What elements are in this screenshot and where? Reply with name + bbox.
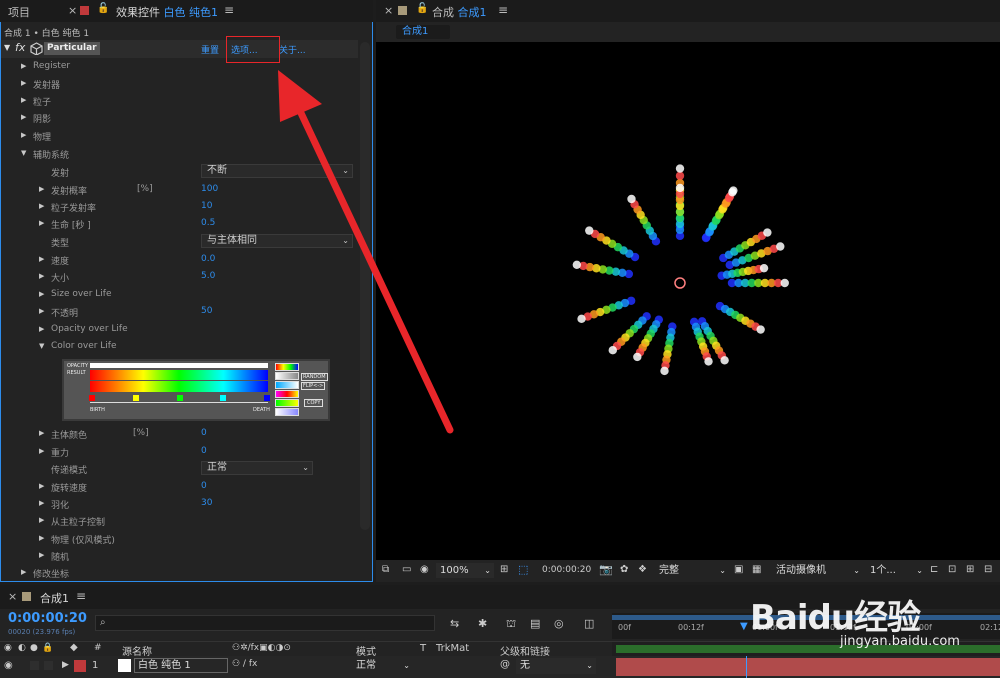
- arrow-shaft: [289, 92, 454, 434]
- annotation-arrow: [278, 70, 454, 434]
